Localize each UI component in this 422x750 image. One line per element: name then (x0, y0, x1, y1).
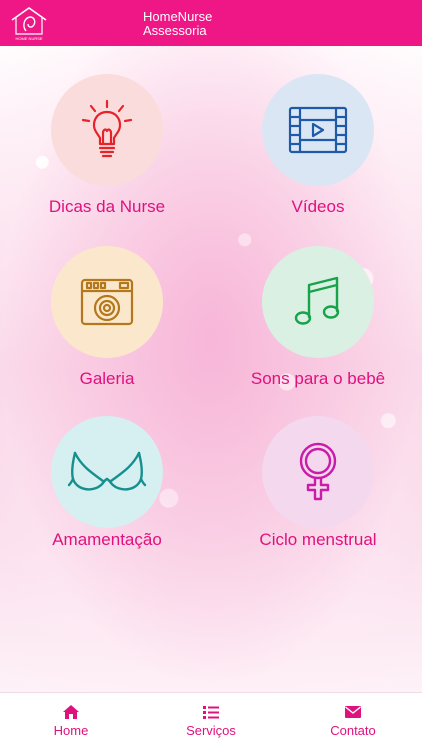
nav-servicos[interactable]: Serviços (151, 693, 271, 750)
female-symbol-icon (299, 442, 337, 501)
music-note-icon (294, 276, 340, 325)
menu-label: Vídeos (291, 197, 345, 216)
camera-icon (80, 278, 134, 326)
film-play-icon (288, 106, 348, 154)
menu-label: Amamentação (52, 530, 162, 549)
lightbulb-icon-circle (51, 74, 163, 186)
music-note-icon-circle (262, 246, 374, 358)
menu-label: Sons para o bebê (250, 369, 386, 388)
menu-label: Ciclo menstrual (259, 530, 377, 549)
app-title-line2: Assessoria (143, 23, 207, 38)
svg-text:HOME NURSE: HOME NURSE (15, 36, 42, 41)
bra-icon-circle (51, 416, 163, 528)
nav-servicos-label: Serviços (186, 723, 236, 738)
camera-icon-circle (51, 246, 163, 358)
list-icon (203, 706, 219, 719)
menu-label: Galeria (79, 369, 135, 388)
film-play-icon-circle (262, 74, 374, 186)
bra-icon (67, 451, 147, 491)
envelope-icon (345, 706, 361, 718)
app-header: HOME NURSE HomeNurse Assessoria (0, 0, 422, 46)
menu-item-sons-para-o-bebe[interactable]: Sons para o bebê (228, 246, 408, 406)
menu-item-galeria[interactable]: Galeria (17, 246, 197, 406)
menu-label: Dicas da Nurse (48, 197, 166, 216)
home-nurse-logo: HOME NURSE (11, 7, 47, 41)
menu-item-videos[interactable]: Vídeos (228, 74, 408, 234)
nav-contato[interactable]: Contato (293, 693, 413, 750)
bottom-navbar: Home Serviços Contato (0, 692, 422, 750)
nav-home-label: Home (53, 723, 89, 738)
menu-item-dicas-da-nurse[interactable]: Dicas da Nurse (17, 74, 197, 234)
menu-item-amamentacao[interactable]: Amamentação (17, 416, 197, 576)
nav-home[interactable]: Home (11, 693, 131, 750)
app-title-line1: HomeNurse (143, 9, 213, 24)
app-title: HomeNurse Assessoria (143, 10, 263, 38)
female-symbol-icon-circle (262, 416, 374, 528)
nav-contato-label: Contato (330, 723, 376, 738)
menu-grid: Dicas da Nurse Vídeos Galeria Sons para … (0, 46, 422, 692)
lightbulb-icon (81, 99, 133, 158)
menu-item-ciclo-menstrual[interactable]: Ciclo menstrual (228, 416, 408, 576)
home-icon (63, 705, 79, 719)
